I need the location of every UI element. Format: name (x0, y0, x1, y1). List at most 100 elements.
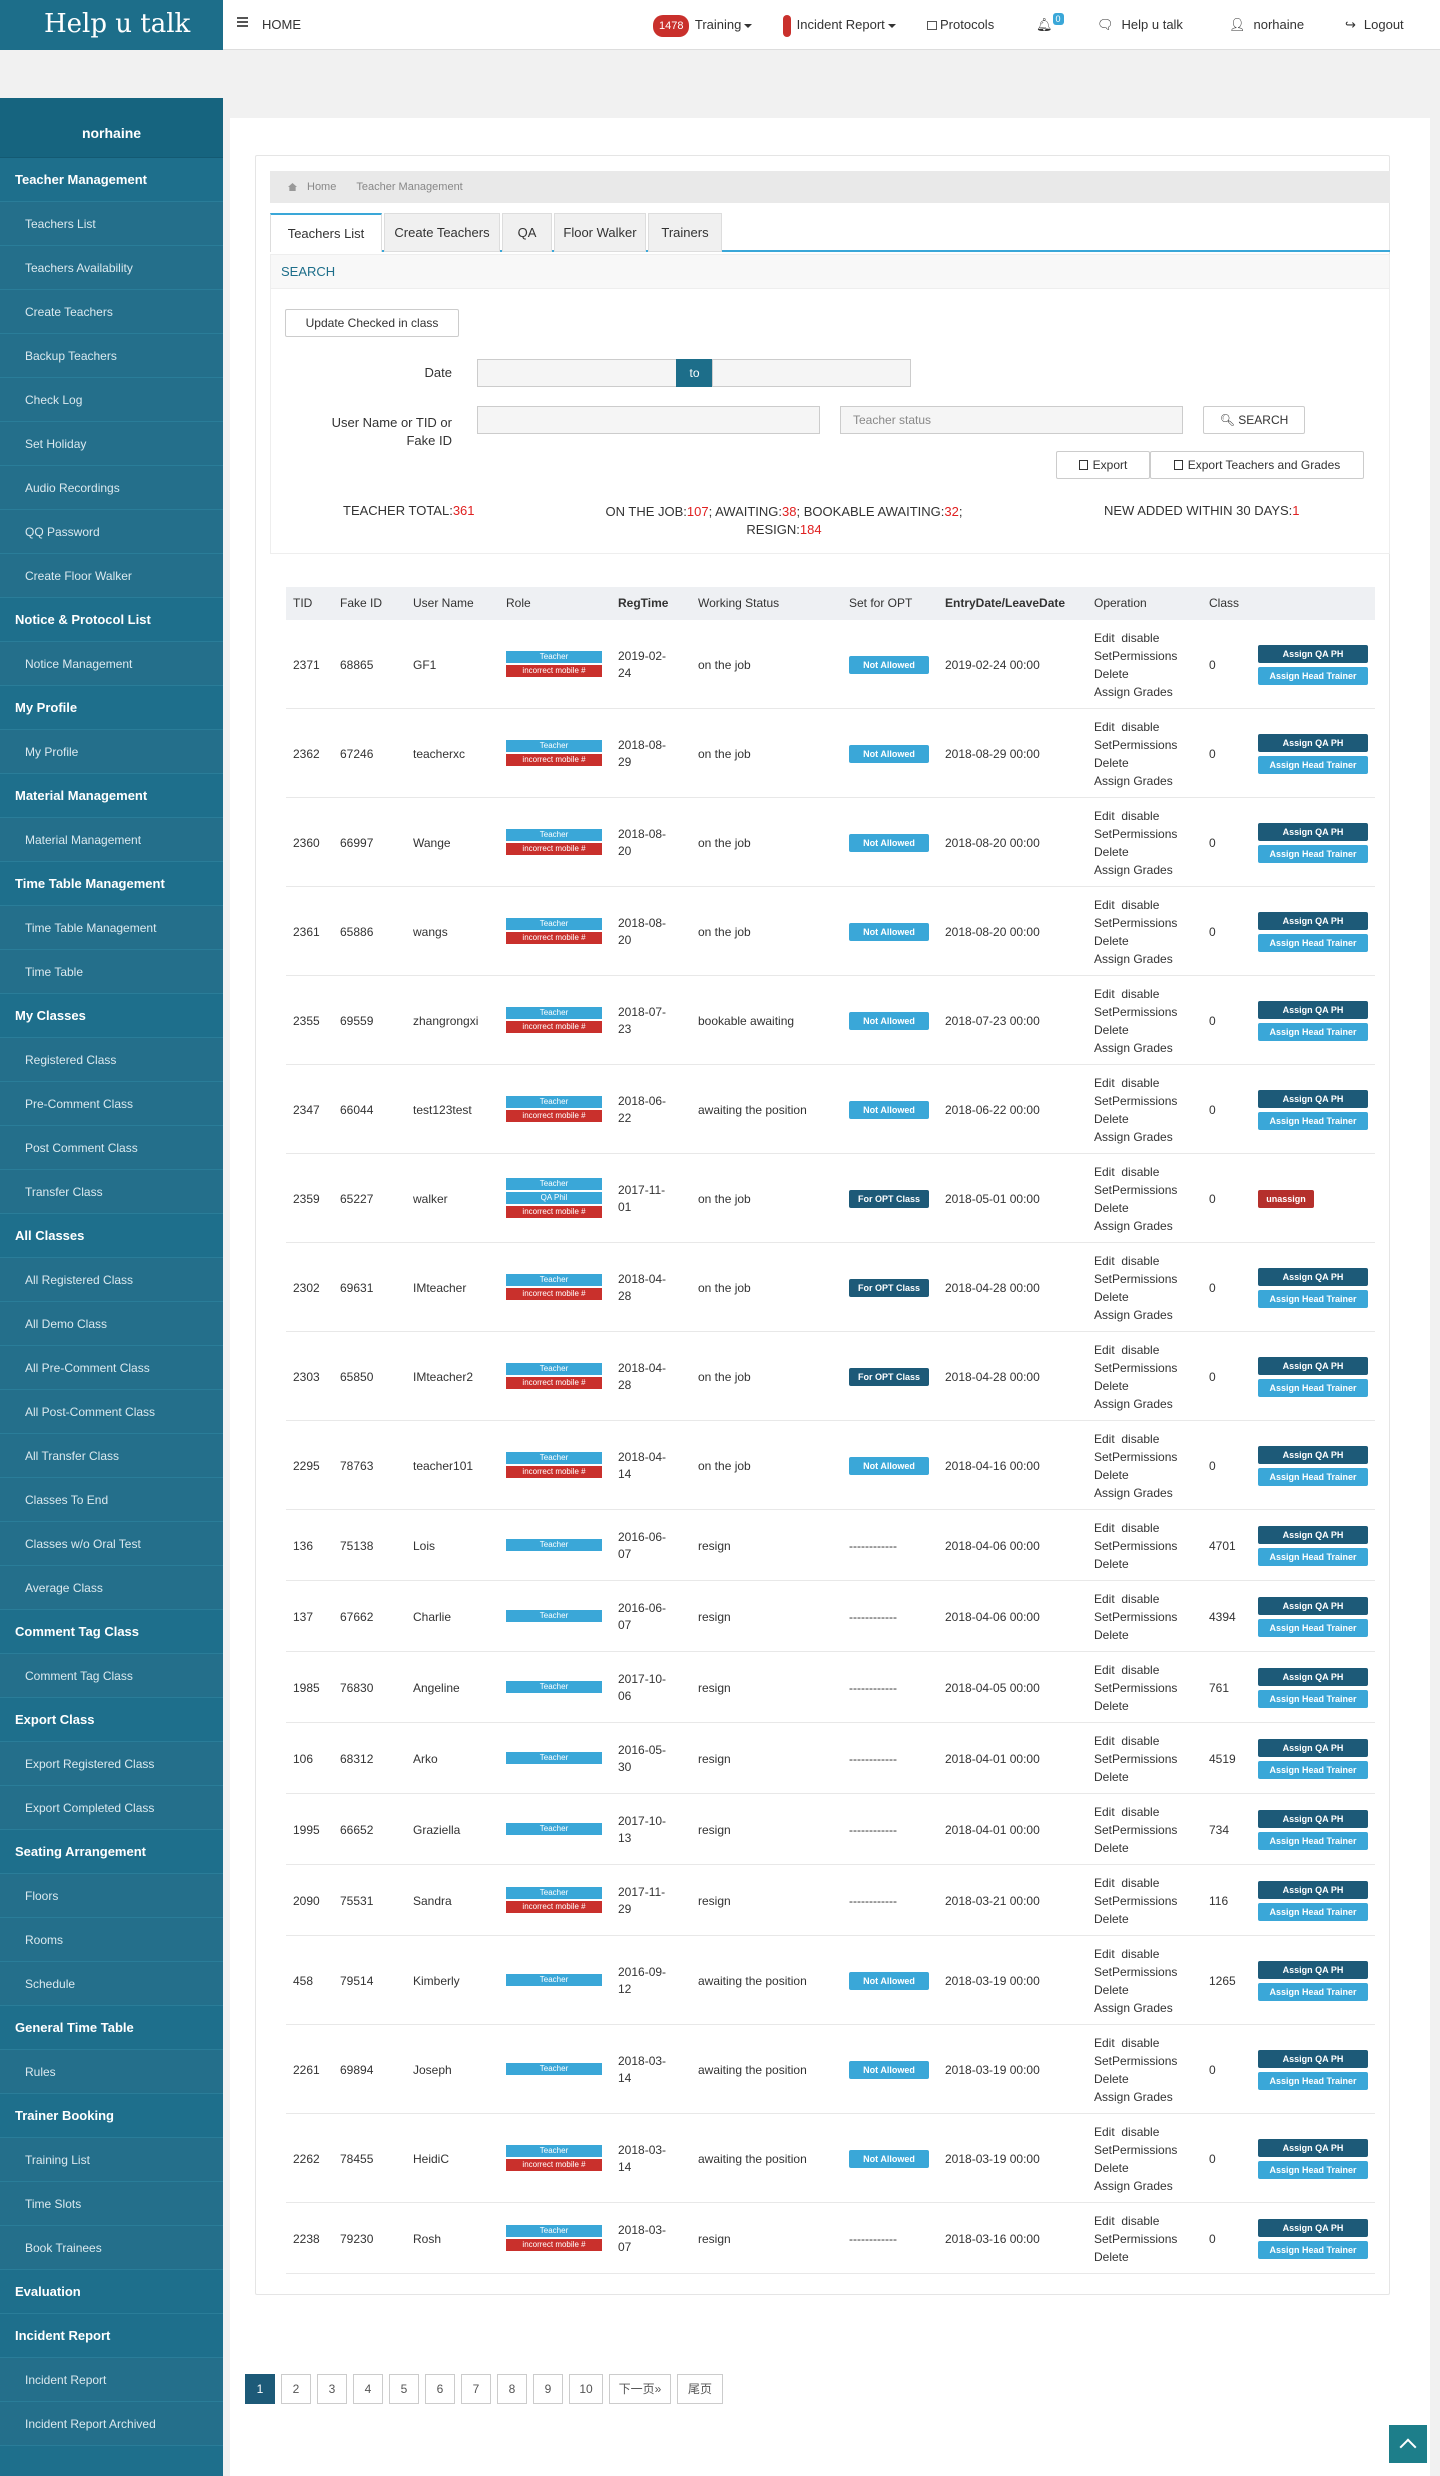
assign-qa-button[interactable]: Assign QA PH (1258, 1809, 1368, 1828)
assign-grades-link[interactable]: Assign Grades (1094, 861, 1177, 879)
sidebar-item[interactable]: Export Completed Class (0, 1786, 223, 1830)
pagination-page[interactable]: 4 (353, 2374, 383, 2404)
set-permissions-link[interactable]: SetPermissions (1094, 2230, 1177, 2248)
assign-grades-link[interactable]: Assign Grades (1094, 950, 1177, 968)
assign-qa-button[interactable]: Assign QA PH (1258, 1525, 1368, 1544)
tab-floor-walker[interactable]: Floor Walker (554, 213, 646, 252)
sidebar-section-13[interactable]: Incident Report (0, 2314, 223, 2358)
sidebar-section-0[interactable]: Teacher Management (0, 158, 223, 202)
set-permissions-link[interactable]: SetPermissions (1094, 1679, 1177, 1697)
disable-link[interactable]: disable (1121, 1432, 1159, 1446)
sidebar-item[interactable]: Registered Class (0, 1038, 223, 1082)
assign-head-trainer-button[interactable]: Assign Head Trainer (1258, 2071, 1368, 2090)
assign-qa-button[interactable]: Assign QA PH (1258, 1596, 1368, 1615)
pagination-next[interactable]: 下一页» (609, 2374, 671, 2404)
edit-link[interactable]: Edit (1094, 1805, 1115, 1819)
nav-notifications[interactable]: 🔔︎ 0 (1036, 10, 1064, 40)
sidebar-item[interactable]: Floors (0, 1874, 223, 1918)
unassign-button[interactable]: unassign (1258, 1189, 1314, 1208)
assign-qa-button[interactable]: Assign QA PH (1258, 1880, 1368, 1899)
delete-link[interactable]: Delete (1094, 843, 1177, 861)
edit-link[interactable]: Edit (1094, 2036, 1115, 2050)
sidebar-section-9[interactable]: Seating Arrangement (0, 1830, 223, 1874)
sidebar-section-11[interactable]: Trainer Booking (0, 2094, 223, 2138)
set-permissions-link[interactable]: SetPermissions (1094, 1892, 1177, 1910)
export-grades-button[interactable]: Export Teachers and Grades (1150, 451, 1364, 479)
assign-grades-link[interactable]: Assign Grades (1094, 1999, 1177, 2017)
nav-user-menu[interactable]: 👤︎ norhaine (1229, 10, 1304, 40)
sidebar-item[interactable]: Check Log (0, 378, 223, 422)
assign-head-trainer-button[interactable]: Assign Head Trainer (1258, 1289, 1368, 1308)
sidebar-item[interactable]: All Registered Class (0, 1258, 223, 1302)
tab-qa[interactable]: QA (502, 213, 552, 252)
assign-grades-link[interactable]: Assign Grades (1094, 1395, 1177, 1413)
assign-grades-link[interactable]: Assign Grades (1094, 683, 1177, 701)
edit-link[interactable]: Edit (1094, 1876, 1115, 1890)
col-regtime[interactable]: RegTime (618, 587, 668, 620)
sidebar-item[interactable]: Comment Tag Class (0, 1654, 223, 1698)
set-permissions-link[interactable]: SetPermissions (1094, 1750, 1177, 1768)
sidebar-section-3[interactable]: Material Management (0, 774, 223, 818)
sidebar-item[interactable]: Incident Report Archived (0, 2402, 223, 2446)
edit-link[interactable]: Edit (1094, 631, 1115, 645)
disable-link[interactable]: disable (1121, 1254, 1159, 1268)
set-permissions-link[interactable]: SetPermissions (1094, 1092, 1177, 1110)
sidebar-section-1[interactable]: Notice & Protocol List (0, 598, 223, 642)
disable-link[interactable]: disable (1121, 1663, 1159, 1677)
sidebar-item[interactable]: All Demo Class (0, 1302, 223, 1346)
delete-link[interactable]: Delete (1094, 1466, 1177, 1484)
date-to-input[interactable] (712, 359, 911, 387)
assign-qa-button[interactable]: Assign QA PH (1258, 1738, 1368, 1757)
user-search-input[interactable] (477, 406, 820, 434)
teacher-status-select[interactable]: Teacher status (840, 406, 1183, 434)
delete-link[interactable]: Delete (1094, 2159, 1177, 2177)
assign-grades-link[interactable]: Assign Grades (1094, 1306, 1177, 1324)
assign-head-trainer-button[interactable]: Assign Head Trainer (1258, 1467, 1368, 1486)
sidebar-section-7[interactable]: Comment Tag Class (0, 1610, 223, 1654)
set-permissions-link[interactable]: SetPermissions (1094, 736, 1177, 754)
edit-link[interactable]: Edit (1094, 898, 1115, 912)
menu-toggle-icon[interactable] (237, 17, 248, 28)
assign-grades-link[interactable]: Assign Grades (1094, 2177, 1177, 2195)
delete-link[interactable]: Delete (1094, 1626, 1177, 1644)
edit-link[interactable]: Edit (1094, 720, 1115, 734)
assign-head-trainer-button[interactable]: Assign Head Trainer (1258, 2240, 1368, 2259)
assign-qa-button[interactable]: Assign QA PH (1258, 1667, 1368, 1686)
edit-link[interactable]: Edit (1094, 809, 1115, 823)
sidebar-item[interactable]: My Profile (0, 730, 223, 774)
pagination-page[interactable]: 2 (281, 2374, 311, 2404)
disable-link[interactable]: disable (1121, 631, 1159, 645)
search-button[interactable]: 🔍︎ SEARCH (1203, 406, 1305, 434)
sidebar-item[interactable]: All Transfer Class (0, 1434, 223, 1478)
pagination-page[interactable]: 9 (533, 2374, 563, 2404)
sidebar-item[interactable]: Classes w/o Oral Test (0, 1522, 223, 1566)
set-permissions-link[interactable]: SetPermissions (1094, 1608, 1177, 1626)
set-permissions-link[interactable]: SetPermissions (1094, 1181, 1177, 1199)
assign-head-trainer-button[interactable]: Assign Head Trainer (1258, 1378, 1368, 1397)
col-entry-leave-date[interactable]: EntryDate/LeaveDate (945, 587, 1065, 620)
sidebar-item[interactable]: Create Floor Walker (0, 554, 223, 598)
sidebar-item[interactable]: Time Table (0, 950, 223, 994)
sidebar-item[interactable]: Training List (0, 2138, 223, 2182)
opt-for-class-button[interactable]: For OPT Class (849, 1367, 929, 1386)
set-permissions-link[interactable]: SetPermissions (1094, 1537, 1177, 1555)
delete-link[interactable]: Delete (1094, 2248, 1177, 2266)
nav-helputalk-link[interactable]: 🗨︎ Help u talk (1097, 10, 1183, 40)
delete-link[interactable]: Delete (1094, 2070, 1177, 2088)
breadcrumb-home[interactable]: Home (307, 181, 336, 193)
disable-link[interactable]: disable (1121, 1592, 1159, 1606)
sidebar-item[interactable]: Post Comment Class (0, 1126, 223, 1170)
delete-link[interactable]: Delete (1094, 754, 1177, 772)
delete-link[interactable]: Delete (1094, 665, 1177, 683)
sidebar-item[interactable]: Incident Report (0, 2358, 223, 2402)
sidebar-section-12[interactable]: Evaluation (0, 2270, 223, 2314)
logout-link[interactable]: ↪ Logout (1345, 10, 1404, 40)
disable-link[interactable]: disable (1121, 1805, 1159, 1819)
tab-trainers[interactable]: Trainers (648, 213, 722, 252)
delete-link[interactable]: Delete (1094, 1199, 1177, 1217)
disable-link[interactable]: disable (1121, 987, 1159, 1001)
assign-qa-button[interactable]: Assign QA PH (1258, 644, 1368, 663)
edit-link[interactable]: Edit (1094, 987, 1115, 1001)
pagination-page[interactable]: 6 (425, 2374, 455, 2404)
home-icon[interactable] (288, 183, 297, 191)
